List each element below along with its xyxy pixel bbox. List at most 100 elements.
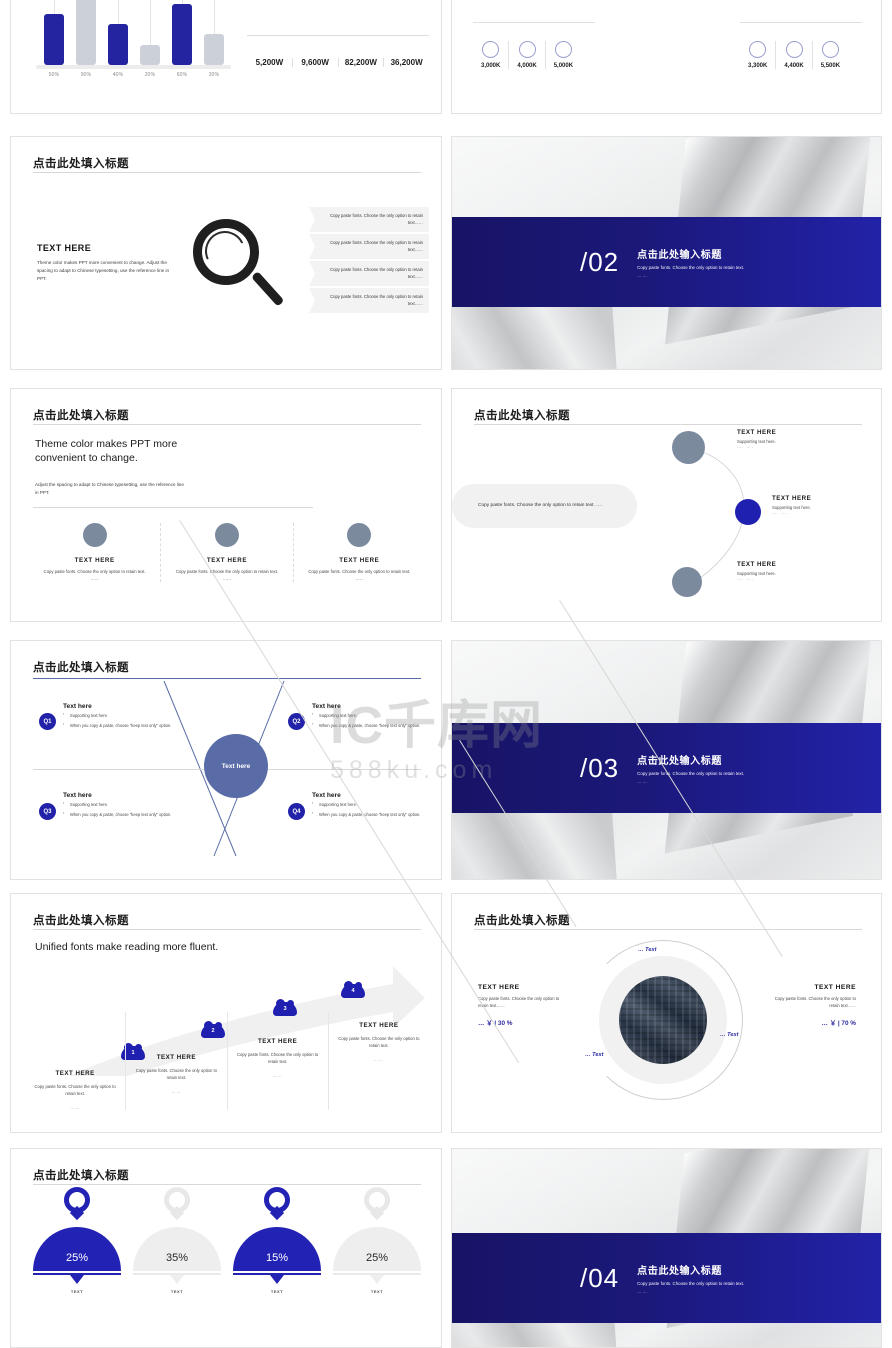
feature-heading: TEXT HERE xyxy=(74,557,115,564)
title-rule xyxy=(33,424,421,425)
percent-cell[interactable]: 25% TEXT xyxy=(27,1187,127,1294)
chevron-item[interactable]: Copy paste fonts. Choose the only option… xyxy=(309,207,429,232)
percent-label: TEXT xyxy=(170,1289,184,1294)
chevron-text: Copy paste fonts. Choose the only option… xyxy=(330,293,423,306)
feature-cell: TEXT HERE Copy paste fonts. Choose the on… xyxy=(294,523,425,582)
percent-dome: 25% xyxy=(333,1227,421,1271)
title-rule xyxy=(33,929,421,930)
kpi-panel: 5,200W 9,600W 82,200W 36,200W xyxy=(247,35,429,67)
percent-dome: 25% xyxy=(33,1227,121,1271)
slide-bar-kpi[interactable]: 50% 90% 40% 20% 60% 30% 5,200W 9,600W 82,200W 36… xyxy=(10,0,442,114)
section-number: /02 xyxy=(580,247,620,277)
circle-outline-icon xyxy=(821,41,839,58)
page-title: 点击此处填入标题 xyxy=(33,158,129,170)
roadmap-dots: …… xyxy=(69,1105,81,1111)
timeline-node-1[interactable] xyxy=(672,431,705,464)
slide-circle-kpi[interactable]: 3,000K 4,000K 5,000K 3,300K 4,400K 5,500K xyxy=(451,0,882,114)
roadmap-pin-4[interactable]: 4 xyxy=(341,981,365,998)
percent-cell[interactable]: 35% TEXT xyxy=(127,1187,227,1294)
donut-side-right: TEXT HERE Copy paste fonts. Choose the o… xyxy=(772,984,856,1027)
chevron-item[interactable]: Copy paste fonts. Choose the only option… xyxy=(309,261,429,286)
slide-percentage[interactable]: 点击此处填入标题 25% TEXT 35% TEXT 15% TEXT 25% TEXT xyxy=(10,1148,442,1348)
circle-kpi-cell: 5,500K xyxy=(813,41,848,69)
donut-left-text: Copy paste fonts. Choose the only option… xyxy=(478,996,560,1009)
slide-section-04[interactable]: /04 点击此处输入标题 Copy paste fonts. Choose th… xyxy=(451,1148,882,1348)
percent-dome: 35% xyxy=(133,1227,221,1271)
timeline-dots-1: …. …. xyxy=(737,444,754,449)
bar-label: 90% xyxy=(80,72,92,78)
feature-dots: …… xyxy=(355,575,364,581)
title-rule xyxy=(474,929,862,930)
percent-cell[interactable]: 15% TEXT xyxy=(227,1187,327,1294)
section-text: 点击此处输入标题 Copy paste fonts. Choose the on… xyxy=(637,1262,744,1294)
kpi-value: 36,200W xyxy=(390,58,423,67)
slide-section-03[interactable]: /03 点击此处输入标题 Copy paste fonts. Choose th… xyxy=(451,640,882,880)
feature-dots: …… xyxy=(222,575,232,581)
percent-dome-pointer xyxy=(170,1275,184,1284)
page-title: 点击此处填入标题 xyxy=(33,1170,129,1182)
circle-outline-icon xyxy=(482,41,500,58)
quadrant-block-q1: Text here Supporting text here. When you… xyxy=(63,703,181,730)
kpi-value: 5,200W xyxy=(247,58,293,67)
section-subtitle: Copy paste fonts. Choose the only option… xyxy=(637,1281,745,1286)
chevron-item[interactable]: Copy paste fonts. Choose the only option… xyxy=(309,234,429,259)
section-title: 点击此处输入标题 xyxy=(637,756,722,767)
feature-heading: TEXT HERE xyxy=(339,557,380,564)
quadrant-bullet-q3b: When you copy & paste, choose "keep text… xyxy=(63,811,181,819)
timeline-label-3: TEXT HERE Supporting text here. …. …. xyxy=(737,561,776,581)
slide-donut[interactable]: 点击此处填入标题 … Text … Text … Text TEXT HERE … xyxy=(451,893,882,1133)
bar: 50% xyxy=(44,14,64,78)
section-number: /04 xyxy=(580,1263,620,1293)
section-band: /04 点击此处输入标题 Copy paste fonts. Choose th… xyxy=(452,1233,881,1323)
donut-graphic xyxy=(583,940,743,1100)
roadmap-text: Copy paste fonts. Choose the only option… xyxy=(338,1036,420,1049)
donut-left-value: … ￥ | 30 % xyxy=(478,1020,513,1028)
timeline-node-3[interactable] xyxy=(672,567,702,597)
slide-curved-timeline[interactable]: 点击此处填入标题 Copy paste fonts. Choose the on… xyxy=(451,388,882,622)
timeline-node-2[interactable] xyxy=(735,499,761,525)
slide-roadmap[interactable]: 点击此处填入标题 Unified fonts make reading more… xyxy=(10,893,442,1133)
quadrant-badge-q3[interactable]: Q3 xyxy=(39,803,56,820)
bar-label: 50% xyxy=(48,72,60,78)
slide-magnifier[interactable]: 点击此处填入标题 TEXT HERE Theme color makes PPT… xyxy=(10,136,442,370)
bar-label: 20% xyxy=(144,72,156,78)
slide-three-circles[interactable]: 点击此处填入标题 Theme color makes PPT more conv… xyxy=(10,388,442,622)
donut-right-text: Copy paste fonts. Choose the only option… xyxy=(774,996,856,1009)
roadmap-cell: TEXT HERE Copy paste fonts. Choose the on… xyxy=(126,1012,228,1111)
quadrant-bullet-q1b: When you copy & paste, choose "keep text… xyxy=(63,722,181,730)
donut-ring-label-top: … Text xyxy=(638,947,657,953)
circle-outline-icon xyxy=(518,41,536,58)
slide-quadrant[interactable]: 点击此处填入标题 Text here Q1 Text here Supporti… xyxy=(10,640,442,880)
chevron-text: Copy paste fonts. Choose the only option… xyxy=(330,212,423,225)
quadrant-bullet-q2a: Supporting text here. xyxy=(312,712,430,720)
quadrant-block-q3: Text here Supporting text here. When you… xyxy=(63,792,181,819)
timeline-heading-1: TEXT HERE xyxy=(737,429,777,436)
quadrant-badge-q2[interactable]: Q2 xyxy=(288,713,305,730)
percent-dome-pointer xyxy=(370,1275,384,1284)
slide-section-02[interactable]: /02 点击此处输入标题 Copy paste fonts. Choose th… xyxy=(451,136,882,370)
kpi-row: 5,200W 9,600W 82,200W 36,200W xyxy=(247,58,429,67)
quadrant-badge-q4[interactable]: Q4 xyxy=(288,803,305,820)
quadrant-bullet-q2b: When you copy & paste, choose "keep text… xyxy=(312,722,430,730)
quadrant-heading-q3: Text here xyxy=(63,792,92,799)
quadrant-hub[interactable]: Text here xyxy=(204,734,268,798)
roadmap-cell: TEXT HERE Copy paste fonts. Choose the on… xyxy=(329,1012,429,1110)
roadmap-pin-number: 4 xyxy=(351,988,355,994)
kpi-value: 82,200W xyxy=(339,58,385,67)
quadrant-badge-q1[interactable]: Q1 xyxy=(39,713,56,730)
roadmap-cell: TEXT HERE Copy paste fonts. Choose the on… xyxy=(228,1012,329,1111)
circle-kpi-label: 5,500K xyxy=(820,63,841,69)
chevron-item[interactable]: Copy paste fonts. Choose the only option… xyxy=(309,288,429,313)
quadrant-heading-q2: Text here xyxy=(312,703,341,710)
percent-label: TEXT xyxy=(270,1289,284,1294)
kpi-value: 9,600W xyxy=(293,58,339,67)
timeline-dots-3: …. …. xyxy=(737,576,754,581)
circle-kpi-label: 4,400K xyxy=(784,63,804,69)
section-band: /03 点击此处输入标题 Copy paste fonts. Choose th… xyxy=(452,723,881,813)
percent-label: TEXT xyxy=(370,1289,384,1294)
section-dots: …… xyxy=(637,273,648,278)
percent-cell[interactable]: 25% TEXT xyxy=(327,1187,427,1294)
text-here-heading: TEXT HERE xyxy=(37,243,92,253)
city-photo-circle xyxy=(619,976,707,1064)
section-subtitle: Copy paste fonts. Choose the only option… xyxy=(637,265,745,270)
